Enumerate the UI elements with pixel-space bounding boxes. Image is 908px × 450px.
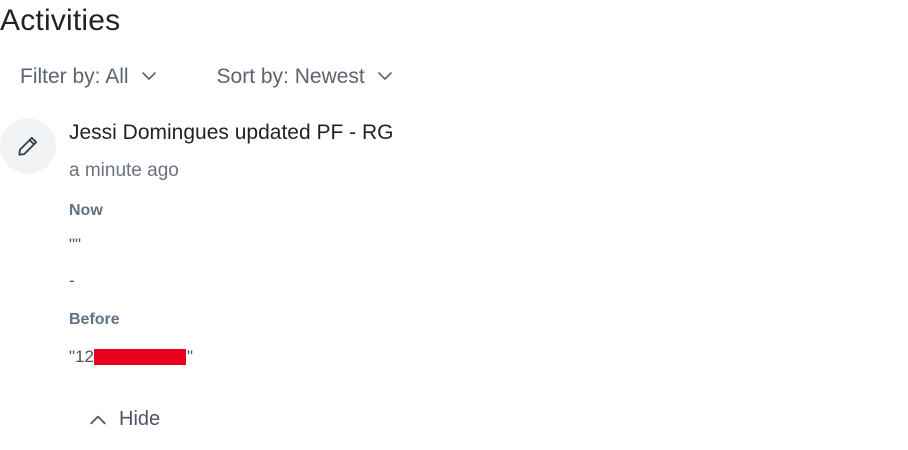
- hide-details-button[interactable]: Hide: [89, 408, 160, 431]
- now-value: "": [69, 235, 82, 254]
- activity-title: Jessi Domingues updated PF - RG: [69, 121, 394, 144]
- before-label: Before: [69, 311, 120, 328]
- page-title: Activities: [0, 4, 121, 37]
- redaction-block: [93, 349, 186, 365]
- filter-dropdown[interactable]: Filter by: All: [20, 65, 157, 89]
- before-value-suffix: ": [186, 347, 193, 366]
- sort-label: Sort by: Newest: [216, 65, 365, 88]
- activity-avatar: [0, 118, 56, 174]
- before-value-prefix: "12: [69, 347, 94, 366]
- pencil-icon: [18, 136, 38, 156]
- now-value-secondary: -: [69, 271, 75, 290]
- activities-panel: Activities Filter by: All Sort by: Newes…: [0, 0, 908, 450]
- before-value: "12 ": [69, 346, 193, 368]
- activity-timestamp: a minute ago: [69, 160, 179, 181]
- chevron-up-icon: [90, 415, 106, 424]
- activity-controls: Filter by: All Sort by: Newest: [20, 62, 393, 92]
- now-label: Now: [69, 202, 103, 219]
- sort-dropdown[interactable]: Sort by: Newest: [217, 65, 393, 89]
- chevron-down-icon: [377, 71, 392, 80]
- chevron-down-icon: [141, 71, 156, 80]
- hide-label: Hide: [119, 408, 161, 430]
- filter-label: Filter by: All: [20, 65, 129, 88]
